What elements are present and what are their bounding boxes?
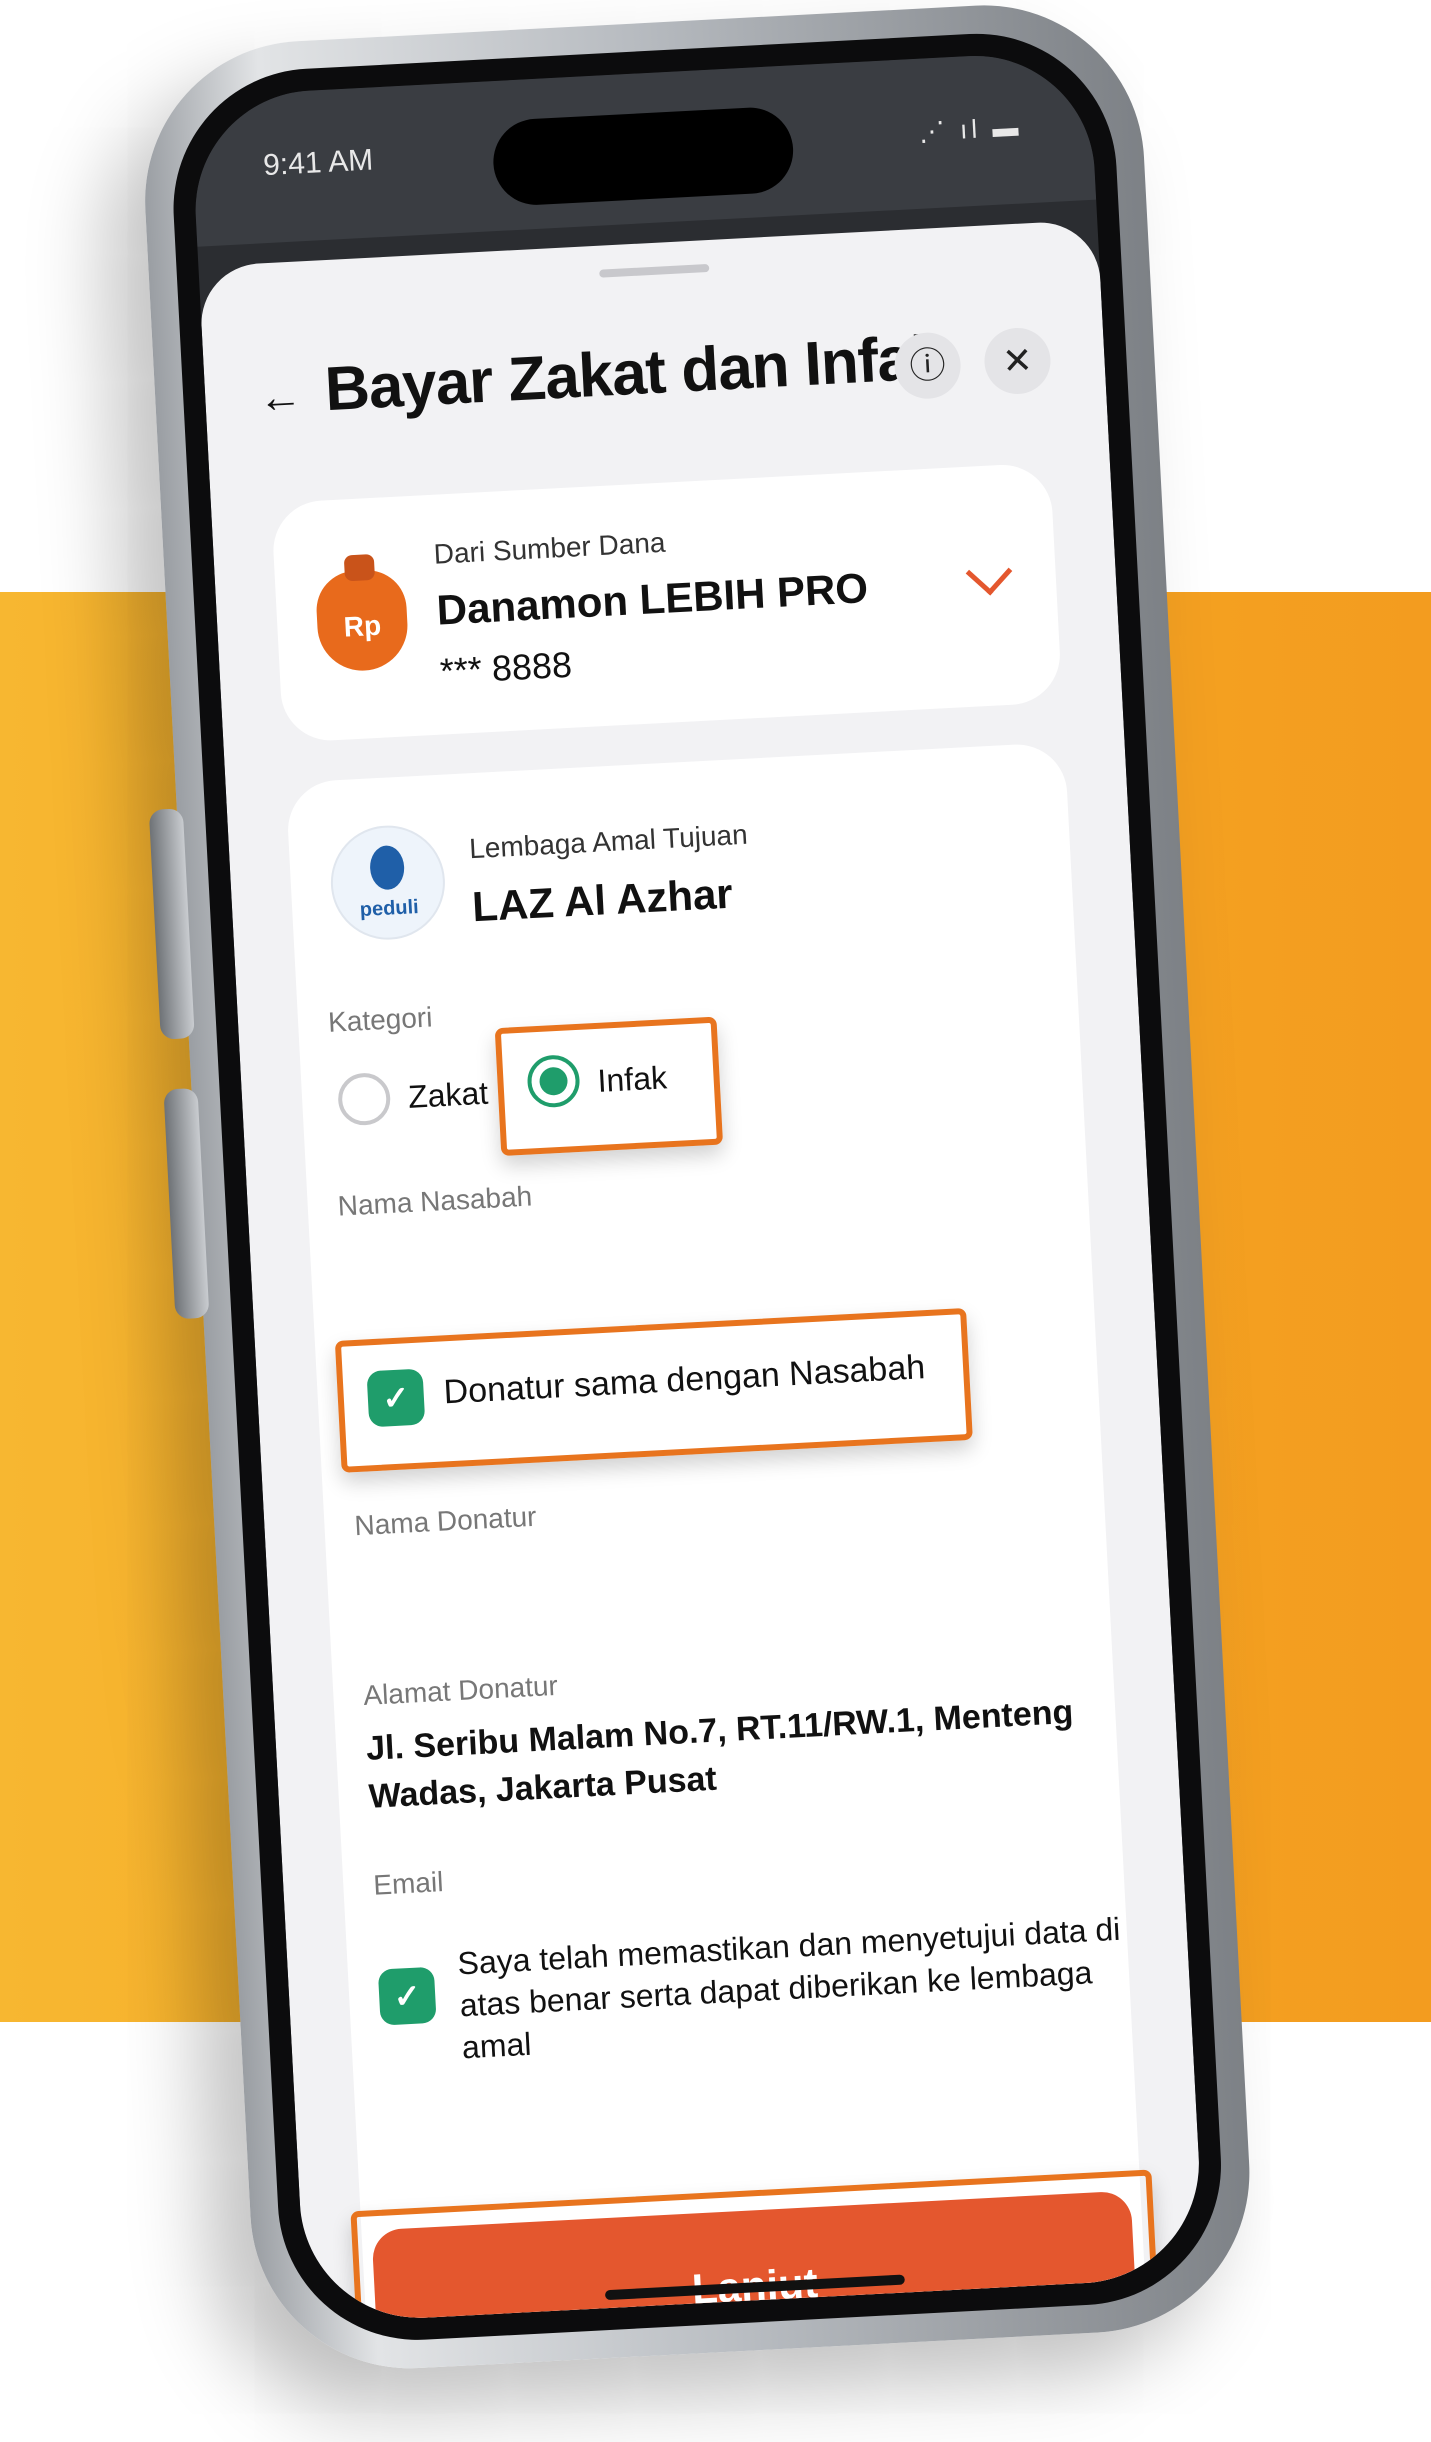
radio-zakat-label: Zakat — [407, 1074, 490, 1115]
status-time: 9:41 AM — [262, 143, 375, 183]
source-of-funds-card[interactable]: Rp Dari Sumber Dana Danamon LEBIH PRO **… — [270, 462, 1063, 743]
sheet-grabber[interactable] — [599, 263, 710, 278]
source-account-name: Danamon LEBIH PRO — [435, 564, 870, 634]
customer-name-label: Nama Nasabah — [336, 1180, 533, 1222]
back-arrow-icon[interactable]: ← — [244, 361, 318, 435]
charity-label: Lembaga Amal Tujuan — [468, 818, 749, 865]
drop-icon — [369, 844, 406, 891]
page-title: Bayar Zakat dan Infak — [323, 322, 946, 425]
donor-address-label: Alamat Donatur — [362, 1669, 559, 1711]
category-label: Kategori — [327, 1001, 434, 1038]
donor-address-line2: Wadas, Jakarta Pusat — [367, 1759, 718, 1816]
charity-name: LAZ Al Azhar — [471, 869, 734, 931]
money-bag-icon: Rp — [314, 568, 410, 673]
close-icon[interactable]: ✕ — [982, 326, 1053, 396]
signal-battery-icon: ⋰ ıl ▬ — [918, 111, 1023, 147]
phone-screen: 9:41 AM ⋰ ıl ▬ ← Bayar Zakat dan Infak ⓘ… — [189, 49, 1206, 2324]
donor-same-checkbox[interactable]: ✓ — [366, 1368, 426, 1428]
agreement-line3: amal — [461, 2025, 533, 2066]
chevron-down-icon[interactable] — [965, 548, 1013, 596]
source-account-number: *** 8888 — [438, 643, 573, 692]
source-label: Dari Sumber Dana — [432, 526, 667, 570]
email-label: Email — [372, 1866, 445, 1901]
sheet-header: ← Bayar Zakat dan Infak ⓘ ✕ — [203, 299, 1108, 456]
bottom-sheet: ← Bayar Zakat dan Infak ⓘ ✕ Rp Dari Sumb… — [198, 219, 1206, 2324]
agreement-checkbox[interactable]: ✓ — [377, 1966, 437, 2026]
radio-infak-label: Infak — [596, 1059, 668, 1099]
donor-name-label: Nama Donatur — [353, 1500, 538, 1542]
charity-logo: peduli — [328, 822, 448, 943]
donation-form-card: peduli Lembaga Amal Tujuan LAZ Al Azhar … — [285, 742, 1149, 2324]
phone-mockup: 9:41 AM ⋰ ıl ▬ ← Bayar Zakat dan Infak ⓘ… — [56, 0, 1411, 2441]
radio-zakat[interactable] — [336, 1071, 392, 1127]
dynamic-island — [491, 105, 796, 208]
